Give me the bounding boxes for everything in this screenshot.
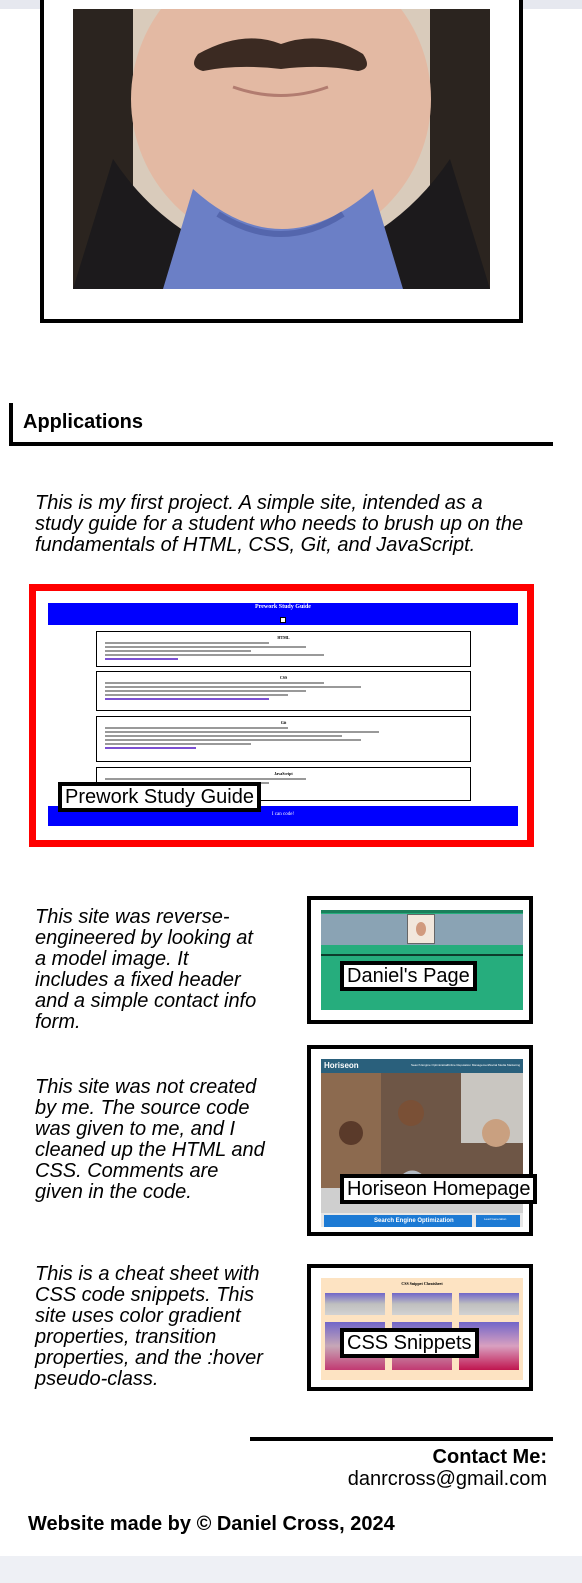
project-description: This is a cheat sheet with CSS code snip… <box>35 1263 263 1390</box>
contact-email-link[interactable]: danrcross@gmail.com <box>348 1468 547 1491</box>
preview-nav-item: Online Reputation Management <box>447 1063 490 1067</box>
preview-side-banner: Lead Generation <box>476 1215 520 1227</box>
project-card-css-snippets[interactable]: CSS Snippet Cheatsheet CSS Snippets <box>307 1264 533 1391</box>
project-label[interactable]: Horiseon Homepage <box>340 1174 538 1204</box>
preview-section: Git <box>96 716 471 762</box>
preview-section-title: CSS <box>279 675 288 680</box>
project-label[interactable]: CSS Snippets <box>340 1328 479 1358</box>
contact-divider <box>250 1437 553 1441</box>
project-label[interactable]: Prework Study Guide <box>58 782 261 812</box>
applications-section-header: Applications <box>9 403 553 446</box>
project-card-horiseon-homepage[interactable]: Horiseon Search Engine Optimization Onli… <box>307 1045 538 1236</box>
project-card-prework-study-guide[interactable]: Prework Study Guide < Open the Console t… <box>29 584 534 847</box>
preview-section-title: HTML <box>277 635 290 640</box>
contact-title: Contact Me: <box>432 1446 547 1468</box>
preview-nav-item: Social Media Marketing <box>489 1063 521 1067</box>
project-description: This is my first project. A simple site,… <box>35 492 524 556</box>
project-description: This site was not created by me. The sou… <box>35 1076 265 1203</box>
preview-header: Prework Study Guide < Open the Console t… <box>48 603 518 633</box>
preview-title: Prework Study Guide <box>255 604 311 610</box>
footer-credit: Website made by © Daniel Cross, 2024 <box>28 1513 395 1535</box>
preview-section-title: Git <box>280 720 287 725</box>
project-description: This site was reverse-engineered by look… <box>35 906 257 1033</box>
applications-heading: Applications <box>23 411 144 433</box>
preview-banner: Search Engine Optimization <box>324 1215 472 1227</box>
preview-section: HTML <box>96 631 471 667</box>
preview-logo <box>280 617 286 623</box>
preview-section: CSS <box>96 671 471 711</box>
preview-brand: Horiseon <box>324 1061 359 1070</box>
preview-title: CSS Snippet Cheatsheet <box>401 1281 443 1286</box>
browser-bottom-strip <box>0 1556 582 1583</box>
preview-section-title: JavaScript <box>274 771 293 776</box>
project-card-daniels-page[interactable]: Daniel's Page <box>307 896 533 1024</box>
preview-nav-item: Search Engine Optimization <box>411 1063 449 1067</box>
profile-photo <box>73 9 490 289</box>
project-label[interactable]: Daniel's Page <box>340 961 477 991</box>
project-thumbnail <box>321 910 523 1010</box>
